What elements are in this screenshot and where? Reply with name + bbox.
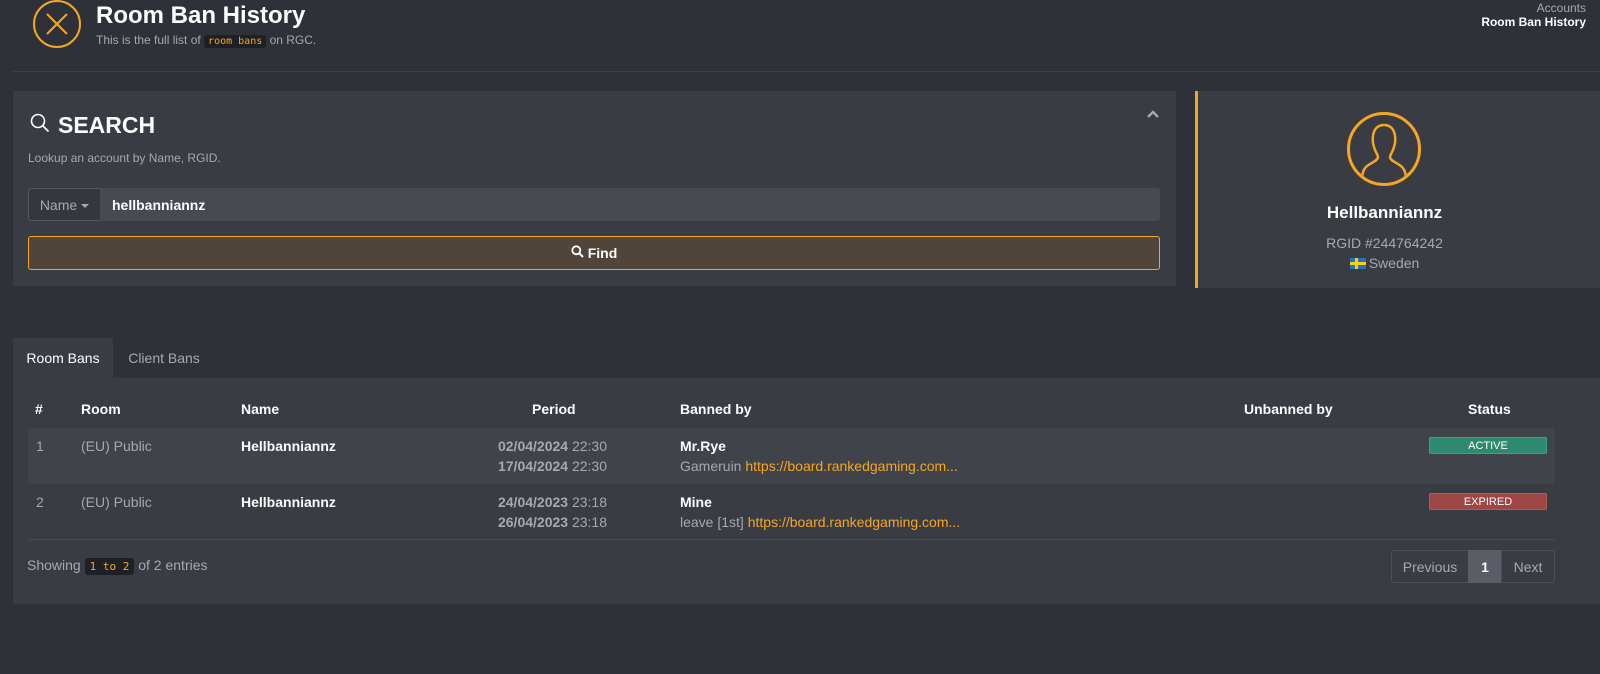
- breadcrumb-current: Room Ban History: [1481, 15, 1586, 29]
- period-start-time: 22:30: [571, 438, 607, 454]
- profile-country: Sweden: [1197, 255, 1572, 271]
- sweden-flag-icon: [1349, 257, 1366, 269]
- showing-text: Showing: [27, 557, 81, 573]
- row-room: (EU) Public: [81, 438, 152, 454]
- divider: [13, 71, 1600, 72]
- table-row: [28, 484, 1555, 540]
- chevron-up-icon[interactable]: [1145, 106, 1161, 122]
- column-header-number[interactable]: #: [35, 401, 43, 417]
- row-period-end: 26/04/2023 23:18: [460, 514, 607, 530]
- period-end-time: 22:30: [571, 458, 607, 474]
- search-input[interactable]: [100, 188, 1160, 221]
- row-name[interactable]: Hellbanniannz: [241, 494, 336, 510]
- breadcrumb-accounts[interactable]: Accounts: [1537, 1, 1586, 15]
- subtitle-code: room bans: [204, 35, 267, 48]
- find-label: Find: [587, 245, 618, 261]
- find-button[interactable]: Find: [28, 236, 1160, 270]
- subtitle-text: This is the full list of: [96, 33, 201, 47]
- row-banned-by: Mr.Rye: [680, 438, 726, 454]
- row-period-start: 24/04/2023 23:18: [460, 494, 607, 510]
- row-room: (EU) Public: [81, 494, 152, 510]
- close-circle-icon: [33, 0, 81, 48]
- profile-name: Hellbanniannz: [1326, 203, 1443, 222]
- profile-rgid: RGID #244764242: [1326, 235, 1443, 251]
- reason-text: leave [1st]: [680, 514, 744, 530]
- column-header-period[interactable]: Period: [532, 401, 576, 417]
- page-subtitle: This is the full list of room bans on RG…: [96, 33, 317, 48]
- showing-range: 1 to 2: [84, 558, 135, 575]
- search-heading: SEARCH: [30, 112, 155, 139]
- search-type-dropdown[interactable]: Name: [28, 188, 101, 221]
- row-period-start: 02/04/2024 22:30: [460, 438, 607, 454]
- period-start-date: 02/04/2024: [497, 438, 569, 454]
- column-header-room[interactable]: Room: [81, 401, 121, 417]
- page-title: Room Ban History: [96, 2, 306, 29]
- caret-down-icon: [81, 203, 90, 208]
- period-end-time: 23:18: [571, 514, 607, 530]
- period-start-date: 24/04/2023: [497, 494, 569, 510]
- pagination-page-1[interactable]: 1: [1468, 550, 1502, 583]
- search-help-text: Lookup an account by Name, RGID.: [28, 151, 221, 165]
- column-header-unbanned-by[interactable]: Unbanned by: [1244, 401, 1333, 417]
- search-icon: [571, 245, 584, 261]
- table-row: [28, 428, 1555, 484]
- row-number: 1: [36, 438, 44, 454]
- showing-total: of 2 entries: [138, 557, 208, 573]
- pagination-previous[interactable]: Previous: [1391, 550, 1469, 583]
- period-end-date: 26/04/2023: [497, 514, 569, 530]
- row-period-end: 17/04/2024 22:30: [460, 458, 607, 474]
- entries-summary: Showing 1 to 2 of 2 entries: [27, 557, 208, 575]
- search-icon: [30, 112, 50, 139]
- user-silhouette-icon: [1360, 123, 1408, 183]
- row-number: 2: [36, 494, 44, 510]
- period-start-time: 23:18: [571, 494, 607, 510]
- tab-room-bans[interactable]: Room Bans: [13, 338, 113, 378]
- search-title: SEARCH: [58, 112, 156, 138]
- status-badge: EXPIRED: [1429, 493, 1547, 510]
- row-reason: Gameruin https://board.rankedgaming.com.…: [680, 458, 958, 474]
- subtitle-text-end: on RGC.: [269, 33, 317, 47]
- reason-text: Gameruin: [680, 458, 742, 474]
- pagination-next[interactable]: Next: [1501, 550, 1555, 583]
- forum-link[interactable]: https://board.rankedgaming.com...: [745, 458, 957, 474]
- row-banned-by: Mine: [680, 494, 712, 510]
- forum-link[interactable]: https://board.rankedgaming.com...: [748, 514, 960, 530]
- column-header-name[interactable]: Name: [241, 401, 279, 417]
- column-header-banned-by[interactable]: Banned by: [680, 401, 752, 417]
- row-reason: leave [1st] https://board.rankedgaming.c…: [680, 514, 960, 530]
- row-name[interactable]: Hellbanniannz: [241, 438, 336, 454]
- period-end-date: 17/04/2024: [497, 458, 569, 474]
- status-badge: ACTIVE: [1429, 437, 1547, 454]
- country-label: Sweden: [1368, 255, 1420, 271]
- tab-client-bans[interactable]: Client Bans: [113, 338, 215, 378]
- column-header-status[interactable]: Status: [1468, 401, 1511, 417]
- avatar: [1347, 112, 1421, 186]
- search-type-label: Name: [39, 196, 78, 213]
